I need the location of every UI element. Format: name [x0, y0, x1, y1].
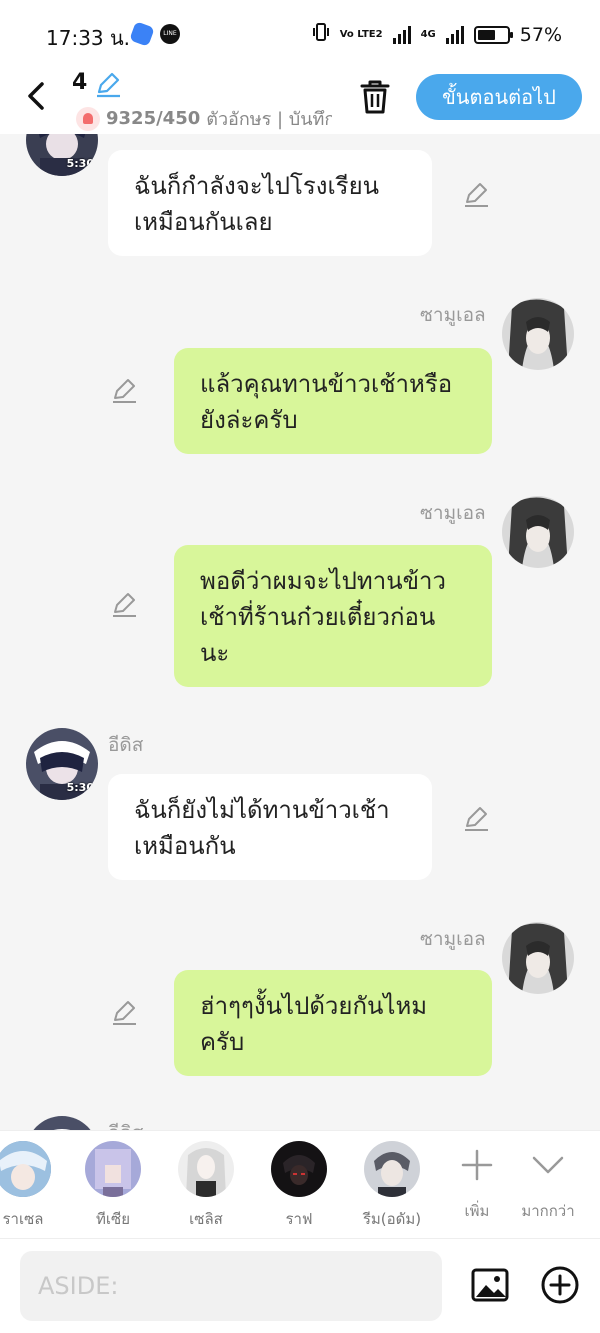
edit-title-pencil-icon[interactable] — [94, 70, 122, 98]
input-bar — [0, 1238, 600, 1333]
edit-pencil-icon[interactable] — [462, 804, 490, 832]
character-thesia[interactable]: ทีเซีย — [68, 1141, 158, 1231]
sender-name: ซามูเอล — [420, 928, 486, 950]
character-name: เซลิส — [189, 1210, 223, 1228]
chevron-down-icon — [513, 1145, 583, 1185]
message-line: นะ — [200, 639, 230, 667]
char-count-label: ตัวอักษร | บันทึก — [206, 109, 332, 130]
edit-pencil-icon[interactable] — [462, 180, 490, 208]
episode-number: 4 — [72, 70, 88, 95]
character-celis[interactable]: เซลิส — [161, 1141, 251, 1231]
message-line: พอดีว่าผมจะไปทานข้าว — [200, 567, 446, 595]
battery-percent: 57% — [519, 23, 562, 46]
signal-icon — [392, 25, 411, 44]
character-name: ราฟ — [285, 1210, 313, 1228]
status-time: 17:33 น. — [46, 26, 131, 50]
message-bubble[interactable]: ฉันก็กำลังจะไปโรงเรียน เหมือนกันเลย — [108, 150, 432, 256]
avatar-samuel[interactable] — [502, 496, 574, 568]
message-line: เหมือนกัน — [134, 832, 236, 860]
add-circle-icon[interactable] — [540, 1265, 580, 1305]
chat-area: 5:30 ฉันก็กำลังจะไปโรงเรียน เหมือนกันเลย… — [0, 134, 600, 1130]
edit-pencil-icon[interactable] — [110, 590, 138, 618]
message-line: ฉันก็กำลังจะไปโรงเรียน — [134, 172, 380, 200]
character-avatar — [364, 1141, 420, 1197]
app-notification-icon — [129, 21, 155, 47]
add-character-button[interactable]: เพิ่ม — [442, 1145, 512, 1223]
image-icon[interactable] — [470, 1265, 510, 1305]
message-line: แล้วคุณทานข้าวเช้าหรือ — [200, 370, 453, 398]
trash-icon[interactable] — [358, 76, 392, 116]
character-avatar — [271, 1141, 327, 1197]
back-arrow-icon[interactable] — [22, 78, 52, 114]
battery-icon — [473, 25, 513, 44]
message-line: ฮ่าๆๆงั้นไปด้วยกันไหม — [200, 992, 428, 1020]
avatar-edis[interactable]: 5:30 — [26, 728, 98, 800]
message-line: ฉันก็ยังไม่ได้ทานข้าวเช้า — [134, 796, 390, 824]
edit-pencil-icon[interactable] — [110, 376, 138, 404]
character-counter: 9325/450 ตัวอักษร | บันทึก — [76, 104, 332, 133]
char-count-value: 9325/450 — [106, 108, 201, 129]
add-label: เพิ่ม — [464, 1202, 490, 1220]
message-bubble[interactable]: แล้วคุณทานข้าวเช้าหรือ ยังล่ะครับ — [174, 348, 492, 454]
sender-name: ซามูเอล — [420, 304, 486, 326]
edit-pencil-icon[interactable] — [110, 998, 138, 1026]
avatar-edis[interactable] — [26, 1116, 98, 1130]
vibrate-icon — [312, 22, 330, 47]
avatar-samuel[interactable] — [502, 922, 574, 994]
network-type-label: 4G — [420, 28, 436, 40]
sender-name: อีดิส — [108, 1118, 143, 1130]
more-label: มากกว่า — [521, 1202, 575, 1220]
message-bubble[interactable]: พอดีว่าผมจะไปทานข้าว เช้าที่ร้านก๋วยเตี๋… — [174, 545, 492, 687]
sender-name: อีดิส — [108, 734, 144, 756]
character-avatar — [85, 1141, 141, 1197]
line-app-icon: LINE — [160, 24, 180, 44]
message-line: เช้าที่ร้านก๋วยเตี๋ยวก่อน — [200, 603, 436, 631]
next-step-button[interactable]: ขั้นตอนต่อไป — [416, 74, 582, 120]
plus-icon — [442, 1145, 512, 1185]
bell-icon — [76, 106, 100, 131]
character-avatar — [178, 1141, 234, 1197]
status-indicators: Vo LTE2 4G 57% — [312, 22, 562, 47]
character-rim-adam[interactable]: รีม(อดัม) — [347, 1141, 437, 1231]
character-raf[interactable]: ราฟ — [254, 1141, 344, 1231]
avatar-edis[interactable]: 5:30 — [26, 134, 98, 176]
sender-name: ซามูเอล — [420, 502, 486, 524]
message-bubble[interactable]: ฮ่าๆๆงั้นไปด้วยกันไหม ครับ — [174, 970, 492, 1076]
signal-icon-2 — [445, 25, 464, 44]
more-characters-button[interactable]: มากกว่า — [513, 1145, 583, 1223]
aside-input[interactable] — [20, 1251, 442, 1321]
status-bar: 17:33 น. LINE Vo LTE2 4G 57% — [0, 0, 600, 66]
message-line: เหมือนกันเลย — [134, 208, 273, 236]
character-rasel[interactable]: ราเซล — [0, 1141, 68, 1231]
message-line: ยังล่ะครับ — [200, 406, 298, 434]
character-bar: ราเซล ทีเซีย เซลิส ราฟ รีม(อดัม) เพิ่ม ม… — [0, 1130, 600, 1238]
character-name: ราเซล — [2, 1210, 44, 1228]
avatar-samuel[interactable] — [502, 298, 574, 370]
editor-header: 4 9325/450 ตัวอักษร | บันทึก ขั้นตอนต่อไ… — [0, 66, 600, 134]
volte-label: Vo LTE2 — [339, 28, 383, 40]
message-line: ครับ — [200, 1028, 245, 1056]
character-name: ทีเซีย — [96, 1210, 130, 1228]
message-bubble[interactable]: ฉันก็ยังไม่ได้ทานข้าวเช้า เหมือนกัน — [108, 774, 432, 880]
character-avatar — [0, 1141, 51, 1197]
character-name: รีม(อดัม) — [362, 1210, 422, 1228]
